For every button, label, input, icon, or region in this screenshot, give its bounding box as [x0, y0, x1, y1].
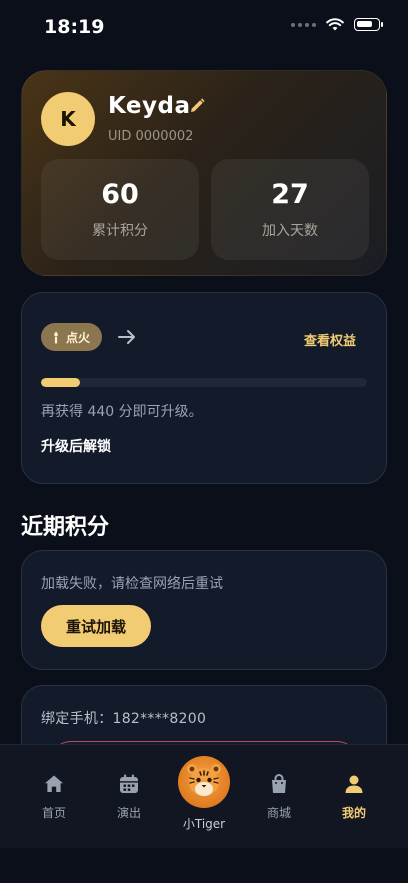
level-badge: 点火: [41, 323, 103, 351]
section-title-recent-points: 近期积分: [21, 515, 110, 540]
level-name: 点火: [66, 330, 91, 345]
user-id: UID 0000002: [108, 129, 194, 144]
stat-value: 60: [101, 179, 139, 210]
tab-mine[interactable]: 我的: [314, 745, 394, 845]
stat-label: 加入天数: [262, 223, 318, 239]
tab-shows[interactable]: 演出: [89, 745, 169, 845]
upgrade-hint: 再获得 440 分即可升级。: [41, 404, 203, 420]
recent-points-error-card: 加载失败，请检查网络后重试 重试加载: [21, 550, 387, 670]
edit-pencil-icon[interactable]: [188, 97, 206, 115]
signal-dots-icon: [291, 22, 316, 27]
battery-icon: [354, 18, 383, 31]
tab-tiger[interactable]: 小Tiger: [164, 756, 244, 832]
arrow-right-icon: [118, 330, 135, 344]
home-indicator-area: [0, 848, 408, 883]
tab-mall[interactable]: 商城: [239, 745, 319, 845]
level-progress-bar: [41, 378, 367, 387]
tab-label: 我的: [341, 806, 366, 820]
profile-card: K Keyda UID 0000002 60 累计积分 27 加入天数: [21, 70, 387, 276]
tab-label: 商城: [266, 806, 291, 820]
stat-label: 累计积分: [92, 223, 148, 239]
status-time: 18:19: [44, 16, 105, 38]
shopping-bag-icon: [272, 774, 286, 793]
home-icon: [45, 775, 63, 792]
status-icons: [291, 18, 383, 31]
tab-label: 演出: [116, 806, 141, 820]
bound-phone: 绑定手机：182****8200: [41, 711, 207, 727]
unlock-title: 升级后解锁: [41, 439, 111, 455]
avatar[interactable]: K: [41, 92, 95, 146]
calendar-icon: [120, 774, 138, 793]
stat-value: 27: [271, 179, 309, 210]
user-icon: [345, 775, 363, 793]
tab-label: 小Tiger: [182, 817, 226, 831]
stat-total-points: 60 累计积分: [41, 159, 199, 260]
tiger-icon: [178, 756, 230, 808]
username: Keyda: [108, 93, 191, 119]
error-message: 加载失败，请检查网络后重试: [41, 576, 223, 592]
status-bar: 18:19: [0, 0, 408, 54]
view-benefits-link[interactable]: 查看权益: [304, 330, 356, 349]
retry-button[interactable]: 重试加载: [41, 605, 151, 647]
tab-home[interactable]: 首页: [14, 745, 94, 845]
tab-label: 首页: [41, 806, 66, 820]
wifi-icon: [326, 18, 344, 31]
level-progress-fill: [41, 378, 81, 387]
level-card: 点火 查看权益 再获得 440 分即可升级。 升级后解锁: [21, 292, 387, 484]
torch-icon: [54, 331, 58, 344]
stat-days-joined: 27 加入天数: [211, 159, 369, 260]
